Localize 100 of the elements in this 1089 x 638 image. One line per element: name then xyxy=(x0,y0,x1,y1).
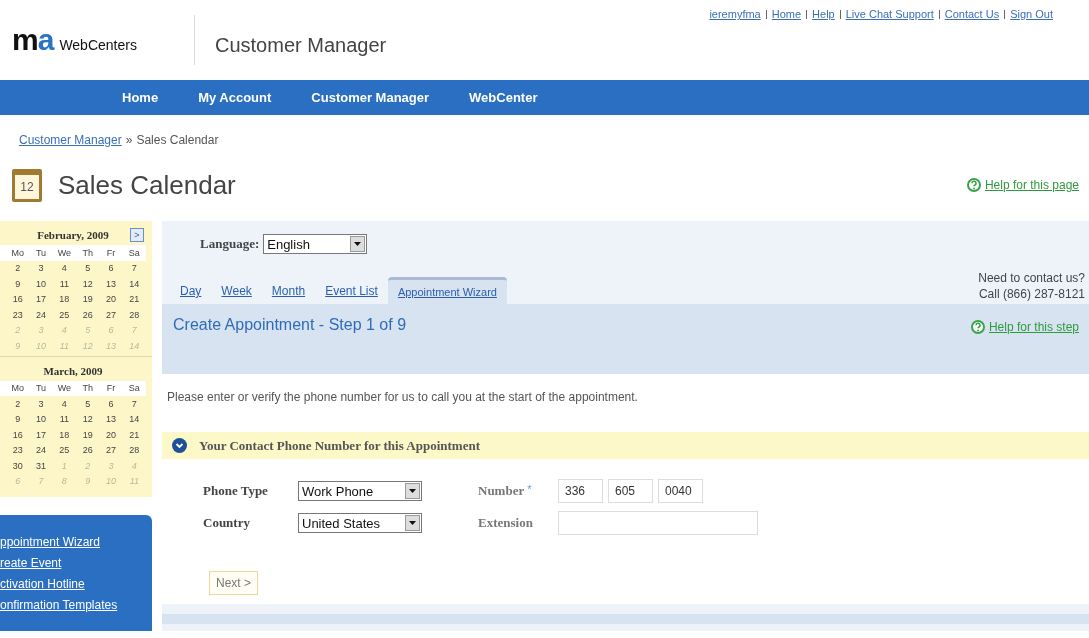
breadcrumb-link[interactable]: Customer Manager xyxy=(19,133,122,147)
header-link[interactable]: Sign Out xyxy=(1010,8,1053,20)
calendar-day[interactable]: 27 xyxy=(99,309,123,320)
calendar-day[interactable]: 5 xyxy=(76,263,100,274)
header-link[interactable]: Help xyxy=(812,8,835,20)
calendar-day[interactable]: 7 xyxy=(122,398,146,409)
language-select[interactable]: English xyxy=(263,234,368,254)
calendar-day[interactable]: 4 xyxy=(52,263,76,274)
field-label: Country xyxy=(203,515,251,531)
calendar-day[interactable]: 6 xyxy=(99,398,123,409)
calendar-day[interactable]: 26 xyxy=(76,309,100,320)
weekday-label: Fr xyxy=(105,383,117,394)
month-title: March, 2009 xyxy=(43,364,103,377)
calendar-day[interactable]: 20 xyxy=(99,294,123,305)
dropdown[interactable]: United States xyxy=(298,513,422,533)
calendar-day[interactable]: 28 xyxy=(122,309,146,320)
calendar-day[interactable]: 24 xyxy=(29,309,53,320)
weekday-label: Tu xyxy=(34,383,48,394)
field-label: Extension xyxy=(478,515,533,531)
calendar-day[interactable]: 13 xyxy=(99,278,123,289)
input-field[interactable]: 0040 xyxy=(658,479,703,503)
help-icon xyxy=(970,320,985,334)
input-field[interactable]: 336 xyxy=(558,479,603,503)
instruction-text: Please enter or verify the phone number for us to call you at the start of the appointment. xyxy=(167,390,638,404)
calendar-day[interactable]: 10 xyxy=(29,414,53,425)
header-link[interactable]: Contact Us xyxy=(944,8,1000,20)
tab[interactable]: Event List xyxy=(315,278,388,304)
calendar-day[interactable]: 11 xyxy=(52,278,76,289)
next-month-button[interactable]: > xyxy=(130,228,144,242)
calendar-day[interactable]: 13 xyxy=(99,414,123,425)
calendar-day[interactable]: 19 xyxy=(76,294,100,305)
chevron-down-icon xyxy=(172,438,187,453)
calendar-day[interactable]: 10 xyxy=(29,278,53,289)
calendar-day[interactable]: 12 xyxy=(76,278,100,289)
calendar-day[interactable]: 11 xyxy=(52,414,76,425)
nav-link[interactable]: My Account xyxy=(198,90,272,105)
tab[interactable]: Month xyxy=(261,278,316,304)
weekday-label: Fr xyxy=(105,247,117,258)
tab[interactable]: Week xyxy=(211,278,262,304)
nav-link[interactable]: Home xyxy=(122,90,159,105)
field-label: Phone Type xyxy=(203,483,269,499)
calendar-day[interactable]: 12 xyxy=(76,414,100,425)
calendar-day[interactable]: 26 xyxy=(76,445,100,456)
dropdown-arrow-icon xyxy=(409,489,416,493)
month-title: February, 2009 xyxy=(37,229,109,241)
calendar-day[interactable]: 18 xyxy=(52,429,76,440)
calendar-day[interactable]: 9 xyxy=(6,278,30,289)
calendar-day[interactable]: 19 xyxy=(76,429,100,440)
calendar-day[interactable]: 21 xyxy=(122,294,146,305)
input-field[interactable] xyxy=(558,511,758,535)
tab[interactable]: Day xyxy=(170,278,212,304)
calendar-day[interactable]: 16 xyxy=(6,429,30,440)
calendar-day[interactable]: 25 xyxy=(52,445,76,456)
next-button[interactable]: Next > xyxy=(209,571,258,595)
section-title: Your Contact Phone Number for this Appointment xyxy=(199,437,480,454)
calendar-day[interactable]: 3 xyxy=(29,263,53,274)
weekday-label: Th xyxy=(81,383,94,394)
header-link[interactable]: Live Chat Support xyxy=(845,8,934,20)
sidebar-link[interactable]: onfirmation Templates xyxy=(0,598,152,612)
header-link[interactable]: ieremyfma xyxy=(709,8,761,20)
weekday-label: We xyxy=(56,247,72,258)
calendar-day[interactable]: 31 xyxy=(29,460,53,471)
calendar-day[interactable]: 23 xyxy=(6,309,30,320)
weekday-label: Mo xyxy=(10,247,25,258)
calendar-day[interactable]: 24 xyxy=(29,445,53,456)
calendar-day[interactable]: 21 xyxy=(122,429,146,440)
sidebar-link[interactable]: reate Event xyxy=(0,556,152,570)
weekday-label: Tu xyxy=(34,247,48,258)
calendar-day[interactable]: 23 xyxy=(6,445,30,456)
header-link[interactable]: Home xyxy=(771,8,802,20)
calendar-day[interactable]: 6 xyxy=(99,263,123,274)
calendar-day[interactable]: 25 xyxy=(52,309,76,320)
calendar-day[interactable]: 9 xyxy=(6,414,30,425)
calendar-day[interactable]: 27 xyxy=(99,445,123,456)
calendar-day[interactable]: 3 xyxy=(29,398,53,409)
calendar-day[interactable]: 14 xyxy=(122,414,146,425)
calendar-day[interactable]: 4 xyxy=(52,398,76,409)
sidebar-link[interactable]: ppointment Wizard xyxy=(0,535,152,549)
nav-link[interactable]: Customer Manager xyxy=(311,90,430,105)
input-field[interactable]: 605 xyxy=(608,479,653,503)
tab[interactable]: Appointment Wizard xyxy=(387,277,507,304)
help-link[interactable]: Help for this page xyxy=(984,178,1079,192)
calendar-day[interactable]: 20 xyxy=(99,429,123,440)
calendar-day[interactable]: 30 xyxy=(6,460,30,471)
calendar-day[interactable]: 17 xyxy=(29,429,53,440)
calendar-day[interactable]: 7 xyxy=(122,263,146,274)
calendar-day[interactable]: 14 xyxy=(122,278,146,289)
contact-text: Call (866) 287-8121 xyxy=(978,286,1085,302)
sidebar-link[interactable]: ctivation Hotline xyxy=(0,577,152,591)
calendar-day[interactable]: 5 xyxy=(76,398,100,409)
calendar-day[interactable]: 18 xyxy=(52,294,76,305)
calendar-day[interactable]: 28 xyxy=(122,445,146,456)
calendar-day[interactable]: 2 xyxy=(6,263,30,274)
calendar-day[interactable]: 2 xyxy=(6,398,30,409)
dropdown[interactable]: Work Phone xyxy=(298,481,422,501)
nav-link[interactable]: WebCenter xyxy=(469,90,538,105)
calendar-day[interactable]: 17 xyxy=(29,294,53,305)
weekday-label: Th xyxy=(81,247,94,258)
app-title: Customer Manager xyxy=(215,33,387,57)
calendar-day[interactable]: 16 xyxy=(6,294,30,305)
